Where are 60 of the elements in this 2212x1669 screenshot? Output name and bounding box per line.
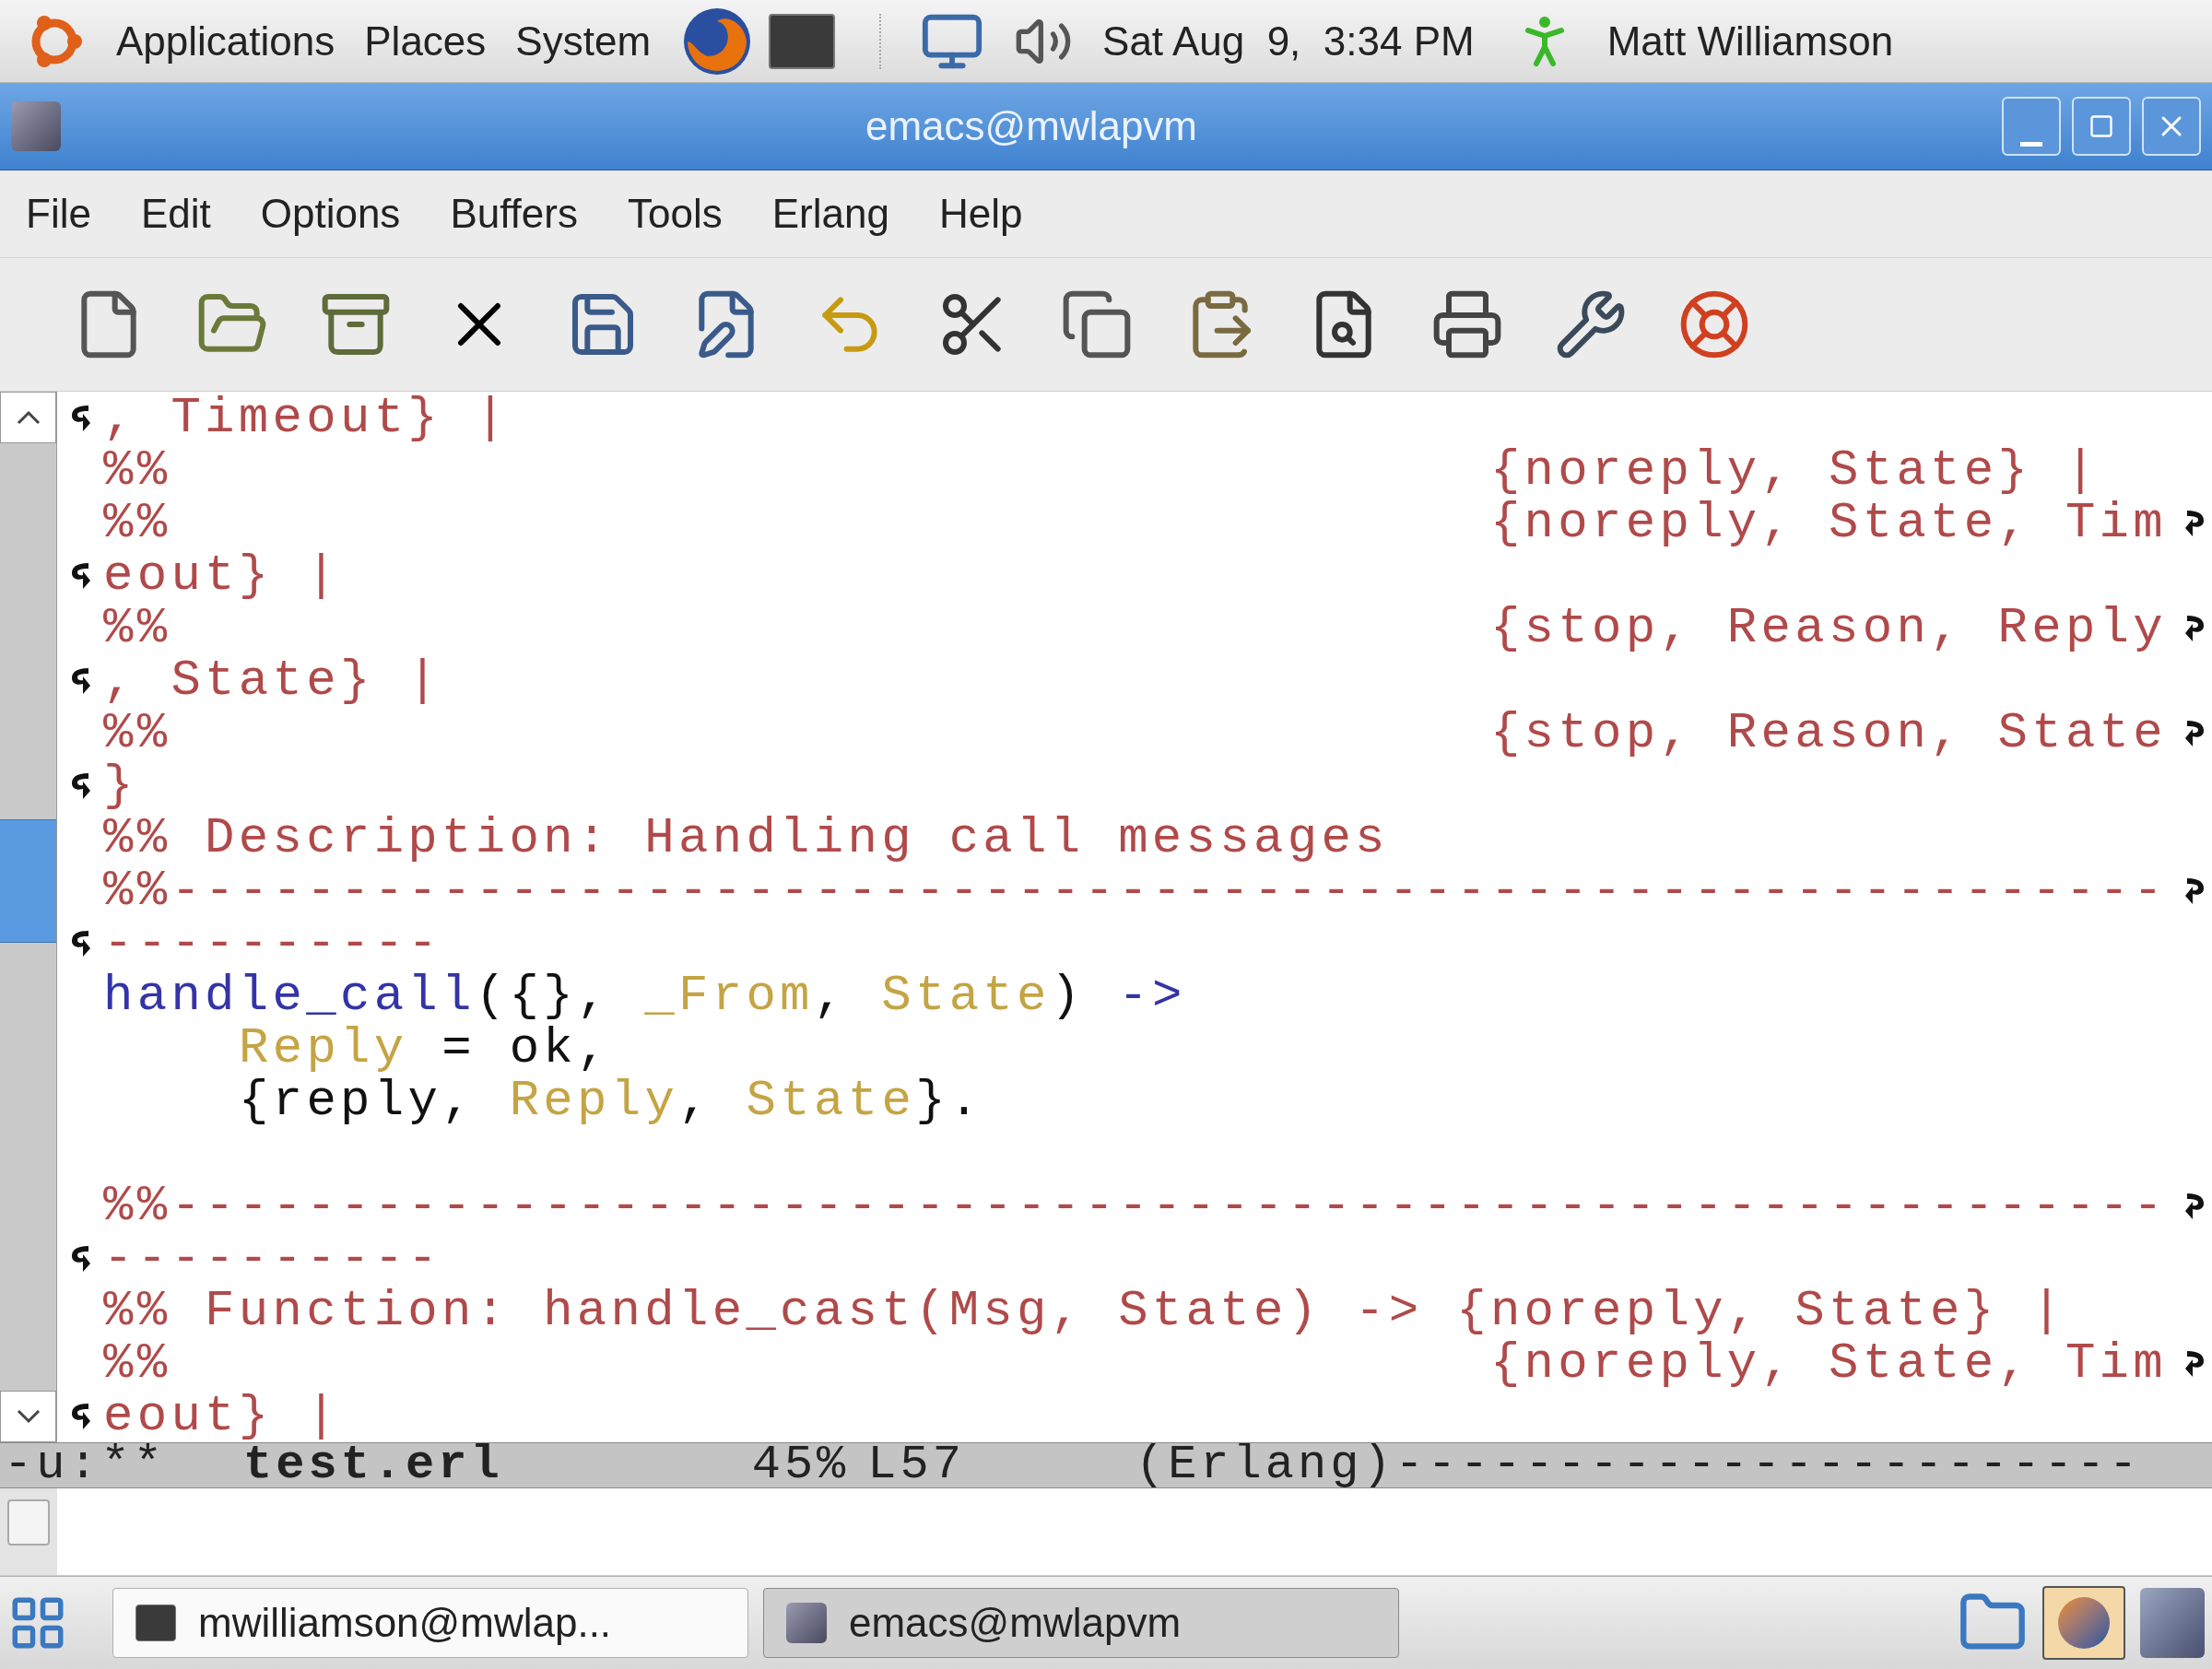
code-text: }. (915, 1075, 983, 1127)
menu-item[interactable]: Erlang (771, 183, 889, 244)
terminal-icon (135, 1604, 176, 1641)
taskbar-button[interactable]: mwilliamson@mwlap... (112, 1588, 748, 1658)
code-text: State (881, 970, 1051, 1022)
minimize-icon (2020, 142, 2042, 147)
scroll-thumb[interactable] (0, 819, 56, 943)
clock[interactable]: Sat Aug 9, 3:34 PM (1102, 10, 1475, 72)
menu-item[interactable]: Help (938, 183, 1023, 244)
menu-item[interactable]: Tools (628, 183, 723, 244)
code-text: eout} | (103, 549, 340, 602)
browser-icon[interactable] (2042, 1586, 2125, 1660)
code-text: %% Description: Handling call messages (103, 812, 1389, 864)
code-text: _From (644, 970, 814, 1022)
window-icon (786, 1603, 827, 1643)
window-title: emacs@mwlapvm (864, 102, 1199, 150)
panel-menu[interactable]: Places (364, 10, 487, 72)
code-text: ({}, (475, 970, 612, 1022)
menu-item[interactable]: Options (260, 183, 401, 244)
code-text: %% {noreply, State} | (103, 444, 2100, 497)
mode-line-fill: ----------------------- (1394, 1443, 2142, 1487)
code-text: %% Function: handle_cast(Msg, State) -> {noreply, State} | (103, 1285, 2065, 1337)
minimize-button[interactable] (2002, 97, 2061, 156)
code-text: %%----------------------------------------------------------- (103, 864, 2168, 917)
code-text: } (103, 759, 137, 812)
panel-menu[interactable]: System (515, 10, 652, 72)
code-text: %%----------------------------------------------------------- (103, 1180, 2168, 1232)
code-text: %% {stop, Reason, Reply (103, 602, 2168, 654)
code-text: handle_call (103, 970, 476, 1022)
code-text: Reply (509, 1075, 679, 1127)
taskbar-button[interactable]: emacs@mwlapvm (763, 1588, 1399, 1658)
code-text: , State} | (103, 654, 442, 707)
code-text: = ok, (441, 1022, 611, 1075)
code-text: Reply (239, 1022, 408, 1075)
panel-menu[interactable]: Applications (116, 10, 335, 72)
code-text: {reply, (239, 1075, 477, 1127)
code-text: , Timeout} | (103, 392, 510, 444)
code-text: , (813, 970, 849, 1022)
scrollbar[interactable] (0, 392, 57, 1442)
code-text: %% {noreply, State, Tim (103, 1337, 2168, 1390)
user-name[interactable]: Matt Williamson (1606, 10, 1894, 72)
scroll-position: 45% (751, 1443, 850, 1487)
code-text: -> (1118, 970, 1186, 1022)
code-text: %% {noreply, State, Tim (103, 497, 2168, 549)
menu-item[interactable]: Edit (140, 183, 211, 244)
menu-item[interactable]: Buffers (450, 183, 578, 244)
code-text: ---------- (103, 917, 442, 970)
terminal-icon[interactable] (769, 13, 836, 69)
maximize-icon (2088, 113, 2114, 139)
code-text: ---------- (103, 1232, 442, 1285)
code-text: %% {stop, Reason, State (103, 707, 2168, 759)
window-icon[interactable] (2140, 1588, 2205, 1658)
maximize-button[interactable] (2072, 97, 2131, 156)
code-text: eout} | (103, 1390, 340, 1442)
code-text: , (678, 1075, 713, 1127)
window-icon[interactable] (11, 101, 61, 151)
menu-item[interactable]: File (26, 183, 91, 244)
line-number: L57 (867, 1443, 965, 1487)
code-text: ) (1050, 970, 1086, 1022)
code-text: State (746, 1075, 916, 1127)
